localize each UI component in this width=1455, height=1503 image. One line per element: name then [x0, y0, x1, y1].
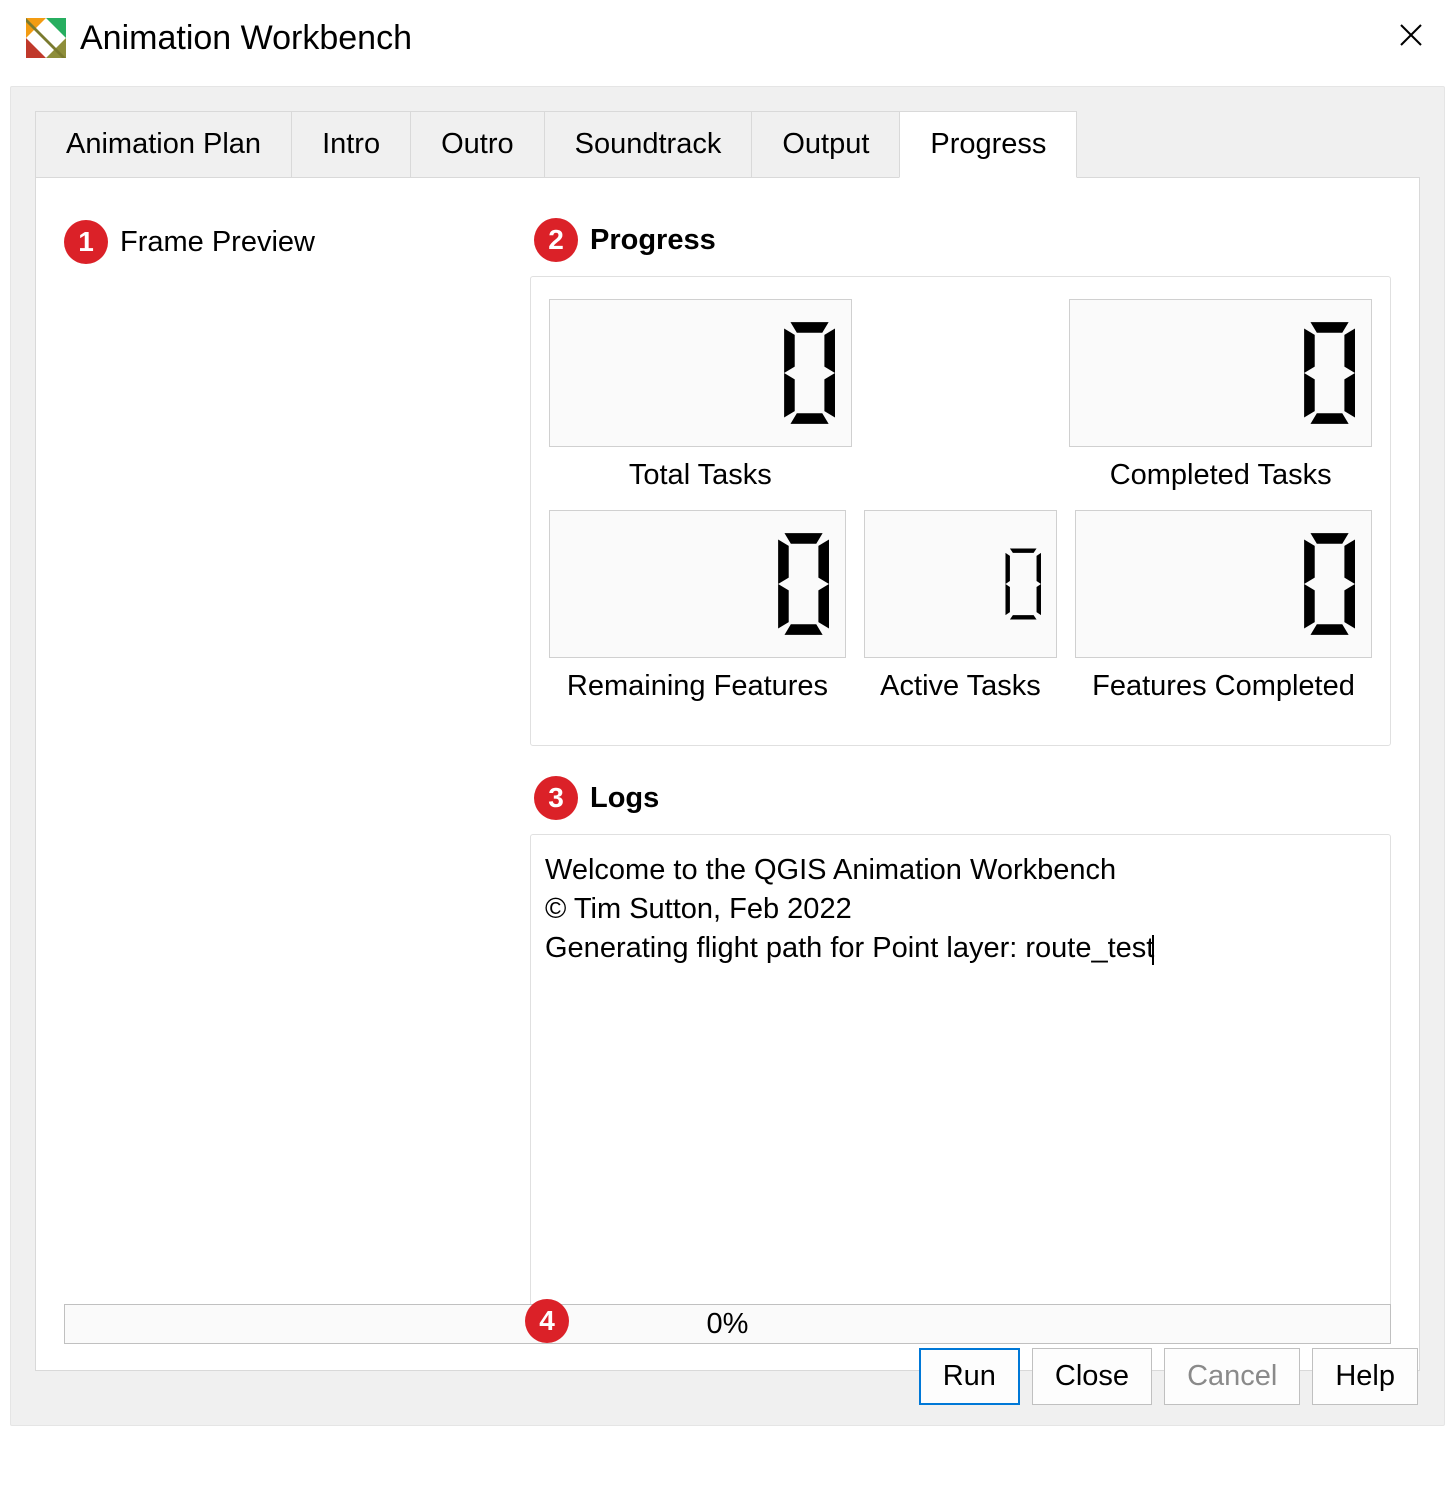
frame-preview-label: Frame Preview	[120, 226, 315, 259]
tab-animation-plan[interactable]: Animation Plan	[35, 111, 292, 178]
run-button[interactable]: Run	[919, 1348, 1020, 1405]
qgis-icon	[26, 18, 66, 58]
close-button[interactable]: Close	[1032, 1348, 1152, 1405]
cancel-button[interactable]: Cancel	[1164, 1348, 1300, 1405]
annotation-badge-3: 3	[534, 776, 578, 820]
window-title: Animation Workbench	[80, 19, 412, 58]
tab-outro[interactable]: Outro	[410, 111, 545, 178]
lcd-features-completed	[1075, 510, 1372, 658]
lcd-total-tasks	[549, 299, 852, 447]
label-active-tasks: Active Tasks	[880, 670, 1041, 703]
label-completed-tasks: Completed Tasks	[1110, 459, 1332, 492]
progress-bar: 4 0%	[64, 1304, 1391, 1344]
progress-title: Progress	[590, 224, 716, 257]
tab-bar: Animation Plan Intro Outro Soundtrack Ou…	[35, 111, 1420, 178]
annotation-badge-2: 2	[534, 218, 578, 262]
label-total-tasks: Total Tasks	[629, 459, 772, 492]
annotation-badge-4: 4	[525, 1299, 569, 1343]
close-icon[interactable]	[1399, 23, 1429, 53]
titlebar-left: Animation Workbench	[26, 18, 412, 58]
logs-box[interactable]: Welcome to the QGIS Animation Workbench …	[530, 834, 1391, 1328]
content-frame: Animation Plan Intro Outro Soundtrack Ou…	[10, 86, 1445, 1426]
counter-completed-tasks: Completed Tasks	[1069, 299, 1372, 492]
lcd-active-tasks	[864, 510, 1057, 658]
progress-group: Total Tasks Completed Tasks	[530, 276, 1391, 746]
logs-text: Welcome to the QGIS Animation Workbench …	[545, 851, 1376, 968]
lcd-completed-tasks	[1069, 299, 1372, 447]
counter-active-tasks: Active Tasks	[864, 510, 1057, 703]
tab-intro[interactable]: Intro	[291, 111, 411, 178]
tab-soundtrack[interactable]: Soundtrack	[544, 111, 753, 178]
counter-features-completed: Features Completed	[1075, 510, 1372, 703]
titlebar: Animation Workbench	[0, 0, 1455, 76]
text-cursor	[1152, 935, 1154, 965]
label-features-completed: Features Completed	[1092, 670, 1355, 703]
progress-bar-text: 0%	[707, 1308, 749, 1341]
label-remaining-features: Remaining Features	[567, 670, 828, 703]
tab-content-progress: 1 Frame Preview 2 Progress Total	[35, 177, 1420, 1371]
tab-output[interactable]: Output	[751, 111, 900, 178]
help-button[interactable]: Help	[1312, 1348, 1418, 1405]
counter-remaining-features: Remaining Features	[549, 510, 846, 703]
progress-bar-row: 4 0%	[64, 1304, 1391, 1344]
dialog-button-row: Run Close Cancel Help	[919, 1348, 1418, 1405]
counter-total-tasks: Total Tasks	[549, 299, 852, 492]
annotation-badge-1: 1	[64, 220, 108, 264]
logs-title: Logs	[590, 782, 659, 815]
lcd-remaining-features	[549, 510, 846, 658]
tab-progress[interactable]: Progress	[899, 111, 1077, 178]
